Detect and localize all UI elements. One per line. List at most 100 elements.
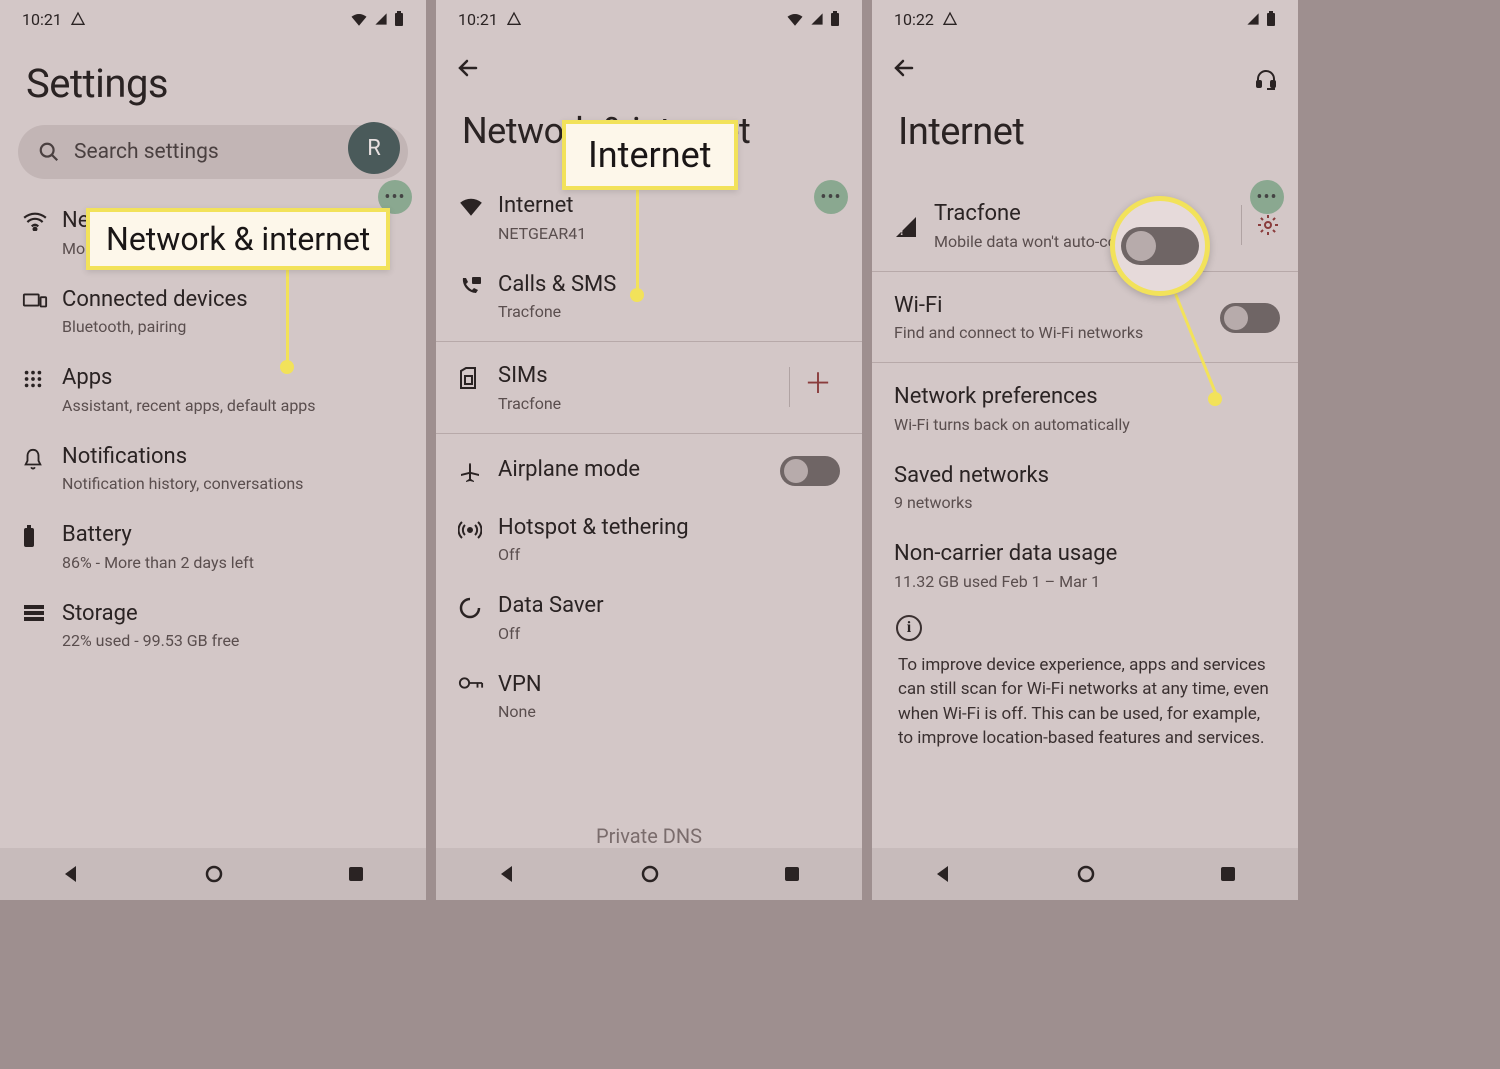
signal-status-icon — [374, 12, 388, 26]
airplane-icon — [458, 456, 498, 484]
row-title: Internet — [498, 192, 830, 220]
row-sub: 11.32 GB used Feb 1 – Mar 1 — [894, 572, 1266, 591]
bell-icon — [22, 443, 62, 471]
callout-line — [286, 262, 289, 366]
row-title: VPN — [498, 671, 830, 699]
status-time: 10:22 — [894, 10, 934, 29]
row-sub: 86% - More than 2 days left — [62, 553, 394, 572]
row-network-preferences[interactable]: Network preferences Wi-Fi turns back on … — [872, 369, 1298, 448]
row-sub: Tracfone — [498, 302, 830, 321]
nav-recent-icon[interactable] — [783, 865, 801, 883]
support-headset-icon[interactable] — [1254, 68, 1278, 92]
nav-back-icon[interactable] — [61, 864, 81, 884]
battery-status-icon — [394, 11, 404, 27]
callout-toggle-magnifier — [1110, 196, 1210, 296]
row-title: Storage — [62, 600, 394, 628]
row-notifications[interactable]: Notifications Notification history, conv… — [0, 429, 426, 508]
status-time: 10:21 — [458, 10, 498, 29]
row-datasaver[interactable]: Data Saver Off — [436, 578, 862, 657]
callout-dot — [630, 288, 644, 302]
apps-icon — [22, 364, 62, 390]
datasaver-icon — [458, 592, 498, 620]
row-data-usage[interactable]: Non-carrier data usage 11.32 GB used Feb… — [872, 526, 1298, 605]
status-bar: 10:22 — [872, 0, 1298, 38]
nav-recent-icon[interactable] — [1219, 865, 1237, 883]
row-vpn[interactable]: VPN None — [436, 657, 862, 736]
profile-avatar[interactable]: R — [348, 122, 400, 174]
wifi-icon — [22, 207, 62, 231]
row-sub: Assistant, recent apps, default apps — [62, 396, 394, 415]
nav-bar — [0, 848, 426, 900]
row-title: Connected devices — [62, 286, 394, 314]
battery-status-icon — [830, 11, 840, 27]
row-wifi[interactable]: Wi-Fi Find and connect to Wi-Fi networks — [872, 278, 1298, 357]
callout-line — [636, 182, 639, 294]
nav-home-icon[interactable] — [1076, 864, 1096, 884]
row-sub: None — [498, 702, 830, 721]
row-calls-sms[interactable]: Calls & SMS Tracfone — [436, 257, 862, 336]
nav-bar — [436, 848, 862, 900]
row-sub: 22% used - 99.53 GB free — [62, 631, 394, 650]
devices-icon — [22, 286, 62, 310]
row-sims[interactable]: SIMs Tracfone ＋ — [436, 348, 862, 427]
sim-icon — [458, 362, 498, 390]
row-title: Airplane mode — [498, 456, 770, 484]
row-title: Hotspot & tethering — [498, 514, 830, 542]
row-storage[interactable]: Storage 22% used - 99.53 GB free — [0, 586, 426, 665]
row-sub: Bluetooth, pairing — [62, 317, 394, 336]
status-bar: 10:21 — [436, 0, 862, 38]
row-sub: NETGEAR41 — [498, 224, 830, 243]
airplane-toggle[interactable] — [780, 456, 840, 486]
screen-internet: 10:22 ••• Internet ! Tracfone Mobile dat… — [872, 0, 1298, 900]
wifi-toggle[interactable] — [1220, 303, 1280, 333]
nav-back-icon[interactable] — [933, 864, 953, 884]
back-button[interactable] — [436, 38, 862, 80]
battery-icon — [22, 521, 62, 549]
row-title: Data Saver — [498, 592, 830, 620]
row-connected-devices[interactable]: Connected devices Bluetooth, pairing — [0, 272, 426, 351]
status-time: 10:21 — [22, 10, 62, 29]
phone-sms-icon — [458, 271, 498, 299]
row-carrier[interactable]: ! Tracfone Mobile data won't auto-connec… — [872, 186, 1298, 265]
back-button[interactable] — [872, 38, 1298, 80]
search-placeholder: Search settings — [74, 140, 219, 164]
row-airplane[interactable]: Airplane mode — [436, 440, 862, 500]
row-saved-networks[interactable]: Saved networks 9 networks — [872, 448, 1298, 527]
row-title: Calls & SMS — [498, 271, 830, 299]
nav-home-icon[interactable] — [204, 864, 224, 884]
row-battery[interactable]: Battery 86% - More than 2 days left — [0, 507, 426, 586]
row-title: Notifications — [62, 443, 394, 471]
network-list: Internet NETGEAR41 Calls & SMS Tracfone … — [436, 178, 862, 735]
divider — [872, 362, 1298, 363]
storage-icon — [22, 600, 62, 622]
carrier-settings-button[interactable] — [1256, 213, 1280, 237]
row-sub: Off — [498, 545, 830, 564]
signal-status-icon — [1246, 12, 1260, 26]
divider — [436, 341, 862, 342]
divider — [436, 433, 862, 434]
warning-icon — [942, 11, 958, 27]
info-icon: i — [896, 615, 922, 641]
nav-recent-icon[interactable] — [347, 865, 365, 883]
callout-internet: Internet — [562, 120, 738, 190]
row-sub: Wi-Fi turns back on automatically — [894, 415, 1266, 434]
row-apps[interactable]: Apps Assistant, recent apps, default app… — [0, 350, 426, 429]
battery-status-icon — [1266, 11, 1276, 27]
nav-bar — [872, 848, 1298, 900]
row-title: Non-carrier data usage — [894, 540, 1266, 568]
row-hotspot[interactable]: Hotspot & tethering Off — [436, 500, 862, 579]
avatar-initial: R — [367, 136, 381, 161]
svg-text:!: ! — [900, 224, 903, 238]
wifi-filled-icon — [458, 192, 498, 216]
nav-home-icon[interactable] — [640, 864, 660, 884]
add-sim-button[interactable]: ＋ — [804, 362, 840, 402]
hotspot-icon — [458, 514, 498, 542]
row-title: Saved networks — [894, 462, 1266, 490]
vpn-icon — [458, 671, 498, 691]
nav-back-icon[interactable] — [497, 864, 517, 884]
row-sub: Off — [498, 624, 830, 643]
search-icon — [38, 141, 60, 163]
signal-warning-icon: ! — [894, 211, 934, 239]
warning-icon — [506, 11, 522, 27]
row-title: Apps — [62, 364, 394, 392]
